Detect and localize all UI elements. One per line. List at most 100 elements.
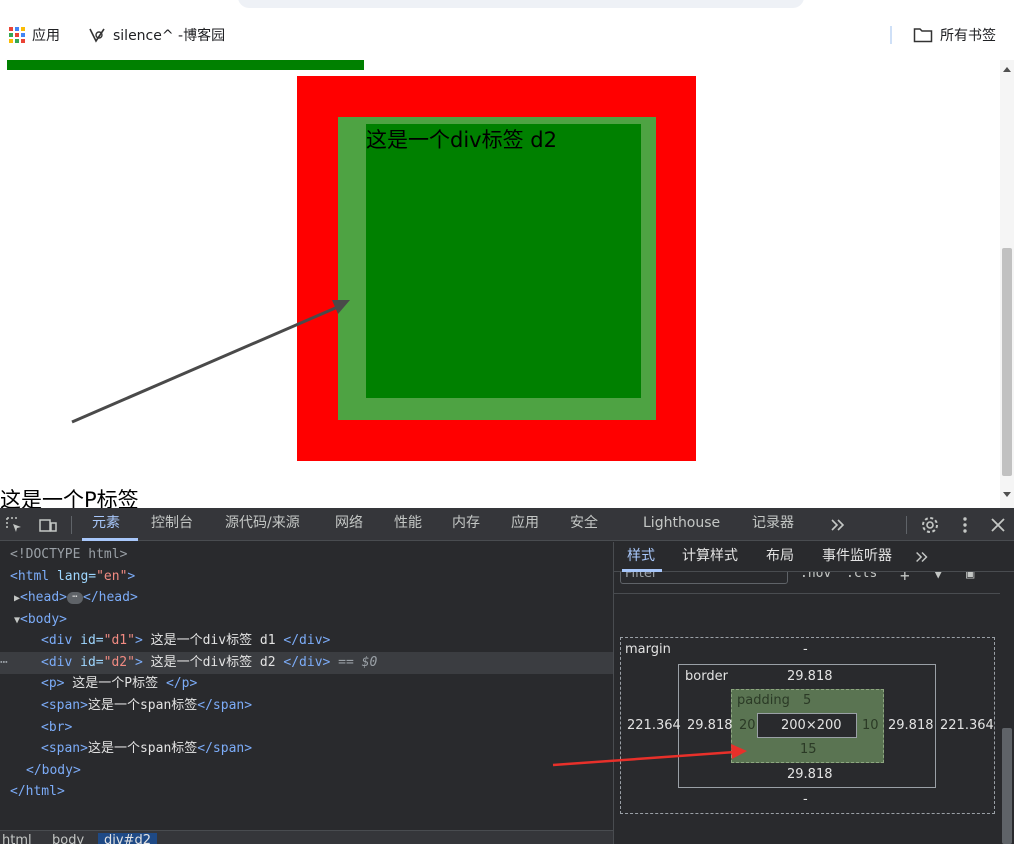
computed-sidebar-icon[interactable]: ▣: [966, 572, 974, 582]
body-open-tag: <body>: [20, 612, 67, 627]
tree-span-2[interactable]: <span>这是一个span标签</span>: [41, 738, 252, 759]
more-tabs-chevron-icon[interactable]: [828, 515, 848, 535]
d2-id-attr: id=: [72, 655, 104, 670]
all-bookmarks-button[interactable]: 所有书签: [913, 24, 996, 46]
padding-bottom-value[interactable]: 15: [800, 742, 817, 757]
tree-br[interactable]: <br>: [41, 717, 72, 738]
tree-p[interactable]: <p> 这是一个P标签 </p>: [41, 673, 197, 694]
device-toolbar-icon[interactable]: [38, 515, 58, 535]
margin-left-value[interactable]: 221.364: [627, 718, 681, 733]
tab-application[interactable]: 应用: [511, 508, 539, 541]
p-close-tag: </p>: [165, 676, 198, 691]
border-bottom-value[interactable]: 29.818: [787, 767, 833, 782]
tree-body-open[interactable]: ▼<body>: [14, 609, 67, 630]
d2-id-value: "d2": [103, 655, 135, 670]
margin-bottom-value[interactable]: -: [803, 792, 808, 807]
tab-event-listeners[interactable]: 事件监听器: [822, 542, 892, 572]
screenshot-root: 应用 silence^ -博客园 所有书签 这是一个div标签 d2 这是一个P…: [0, 0, 1014, 844]
html-lang-value: "en": [96, 569, 128, 584]
bookmark-cnblogs-label: silence^ -博客园: [113, 28, 226, 44]
breadcrumb-body[interactable]: body: [52, 833, 84, 844]
span1-open-tag: <span>: [41, 698, 88, 713]
body-close-tag: </body>: [26, 763, 81, 778]
tab-sources[interactable]: 源代码/来源: [225, 508, 300, 541]
page-scrollbar-thumb[interactable]: [1002, 248, 1012, 476]
row-dots[interactable]: ⋯: [0, 652, 8, 673]
settings-gear-icon[interactable]: [920, 515, 940, 535]
tab-network[interactable]: 网络: [335, 508, 363, 541]
tab-security[interactable]: 安全: [570, 508, 598, 541]
tab-styles[interactable]: 样式: [627, 542, 655, 572]
tab-memory[interactable]: 内存: [452, 508, 480, 541]
scroll-up-icon[interactable]: [1003, 66, 1011, 72]
head-close-tag: </head>: [83, 590, 138, 605]
hov-toggle[interactable]: :hov: [800, 572, 831, 581]
element-state-pin-icon[interactable]: ▼: [934, 572, 942, 582]
d2-gt: >: [134, 655, 143, 670]
bookmark-cnblogs[interactable]: silence^ -博客园: [88, 24, 225, 46]
collapsed-ellipsis-badge[interactable]: ⋯: [67, 591, 83, 604]
padding-label: padding: [737, 693, 790, 708]
more-styles-tabs-chevron-icon[interactable]: [913, 548, 931, 566]
styles-filter-input[interactable]: Filter: [620, 572, 788, 584]
breadcrumb-div-d2[interactable]: div#d2: [98, 833, 157, 844]
head-open-tag: <head>: [20, 590, 67, 605]
folder-icon: [913, 28, 933, 43]
padding-right-value[interactable]: 10: [862, 718, 879, 733]
html-open-tag: <html: [10, 569, 50, 584]
tab-performance[interactable]: 性能: [394, 508, 422, 541]
span1-text: 这是一个span标签: [87, 698, 198, 713]
close-icon[interactable]: [988, 515, 1008, 535]
address-bar-edge[interactable]: [238, 0, 804, 8]
border-label: border: [685, 669, 728, 684]
div-d1-partial: [7, 60, 364, 70]
tree-div-d1[interactable]: <div id="d1"> 这是一个div标签 d1 </div>: [41, 630, 330, 651]
tree-doctype[interactable]: <!DOCTYPE html>: [10, 544, 127, 565]
d1-id-attr: id=: [72, 633, 104, 648]
tab-lighthouse[interactable]: Lighthouse: [643, 508, 720, 541]
tab-console[interactable]: 控制台: [151, 508, 193, 541]
scroll-down-icon[interactable]: [1003, 492, 1011, 498]
tree-div-d2-selected[interactable]: <div id="d2"> 这是一个div标签 d2 </div> == $0: [41, 652, 377, 673]
tab-computed[interactable]: 计算样式: [682, 542, 738, 572]
tree-head[interactable]: ▶<head> ⋯ </head>: [14, 587, 138, 608]
border-top-value[interactable]: 29.818: [787, 669, 833, 684]
html-open-gt: >: [127, 569, 136, 584]
bookmark-apps-label: 应用: [32, 28, 60, 44]
new-style-rule-icon[interactable]: +: [900, 572, 910, 585]
elements-tree: <!DOCTYPE html> <html lang="en"> ▶<head>…: [0, 542, 613, 832]
border-right-value[interactable]: 29.818: [888, 718, 934, 733]
d2-text: 这是一个div标签 d2: [142, 655, 284, 670]
margin-right-value[interactable]: 221.364: [940, 718, 994, 733]
tree-html-close[interactable]: </html>: [10, 781, 65, 802]
d1-id-value: "d1": [103, 633, 135, 648]
inspect-element-icon[interactable]: [4, 515, 24, 535]
tab-elements[interactable]: 元素: [92, 508, 120, 541]
more-options-icon[interactable]: [955, 515, 975, 535]
div-d2-content: [366, 124, 641, 398]
tab-recorder[interactable]: 记录器: [752, 508, 794, 541]
margin-top-value[interactable]: -: [803, 642, 808, 657]
tab-layout[interactable]: 布局: [766, 542, 794, 572]
content-size-value[interactable]: 200×200: [781, 718, 842, 733]
styles-tabbar: 样式 计算样式 布局 事件监听器: [614, 542, 1014, 572]
span2-close-tag: </span>: [197, 741, 253, 756]
styles-scrollbar-thumb[interactable]: [1002, 728, 1012, 844]
breadcrumb-html[interactable]: html: [2, 833, 32, 844]
tree-body-close[interactable]: </body>: [26, 760, 81, 781]
tree-span-1[interactable]: <span>这是一个span标签</span>: [41, 695, 252, 716]
selected-marker: == $0: [330, 655, 378, 670]
styles-filter-row: Filter :hov .cls + ▼ ▣: [614, 572, 1000, 594]
padding-top-value[interactable]: 5: [803, 693, 811, 708]
bookmark-apps[interactable]: 应用: [9, 24, 60, 46]
br-tag: <br>: [41, 720, 73, 735]
p-text: 这是一个P标签: [64, 676, 166, 691]
span2-text: 这是一个span标签: [87, 741, 198, 756]
tree-html-open[interactable]: <html lang="en">: [10, 566, 135, 587]
cls-toggle[interactable]: .cls: [846, 572, 877, 581]
all-bookmarks-label: 所有书签: [940, 28, 996, 44]
d2-close-tag: </div>: [283, 655, 331, 670]
padding-left-value[interactable]: 20: [739, 718, 756, 733]
border-left-value[interactable]: 29.818: [687, 718, 733, 733]
doctype-text: <!DOCTYPE html>: [10, 547, 128, 562]
